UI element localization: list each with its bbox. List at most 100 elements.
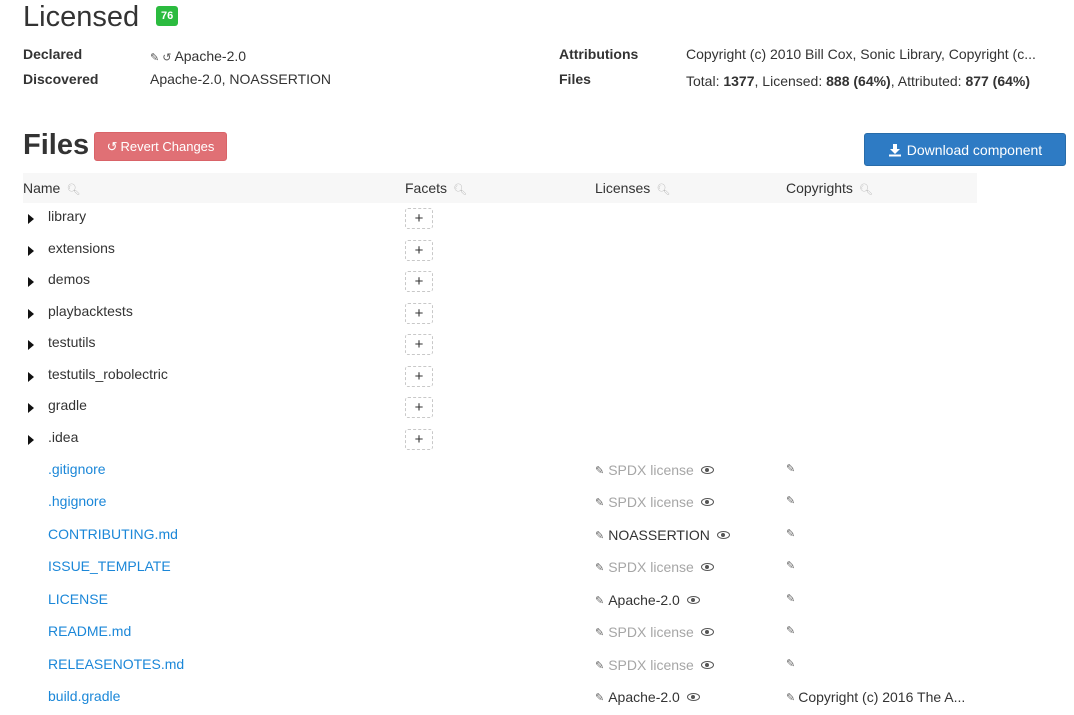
folder-row[interactable]: library + bbox=[23, 204, 977, 234]
search-icon[interactable]: 🔍︎ bbox=[66, 183, 80, 196]
file-link[interactable]: LICENSE bbox=[48, 591, 108, 607]
license-cell: ✎ SPDX license bbox=[595, 657, 714, 673]
pencil-icon[interactable]: ✎ bbox=[786, 494, 795, 507]
search-icon[interactable]: 🔍︎ bbox=[656, 183, 670, 196]
pencil-icon[interactable]: ✎ bbox=[595, 594, 604, 607]
files-table-header: Name 🔍︎ Facets 🔍︎ Licenses 🔍︎ Copyrights 🔍︎ bbox=[23, 173, 977, 203]
caret-right-icon[interactable] bbox=[28, 309, 34, 319]
license-cell: ✎ SPDX license bbox=[595, 494, 714, 510]
caret-right-icon[interactable] bbox=[28, 214, 34, 224]
file-link[interactable]: RELEASENOTES.md bbox=[48, 656, 184, 672]
folder-row[interactable]: gradle + bbox=[23, 393, 977, 423]
pencil-icon[interactable]: ✎ bbox=[595, 464, 604, 477]
license-cell: ✎ SPDX license bbox=[595, 624, 714, 640]
add-facet-button[interactable]: + bbox=[405, 208, 433, 229]
folder-row[interactable]: playbacktests + bbox=[23, 299, 977, 329]
eye-icon[interactable] bbox=[700, 466, 714, 474]
copyright-cell: ✎ bbox=[786, 559, 978, 572]
folder-name[interactable]: .idea bbox=[48, 429, 78, 445]
file-row: ISSUE_TEMPLATE ✎ SPDX license ✎ bbox=[23, 554, 977, 584]
pencil-icon[interactable]: ✎ bbox=[786, 691, 795, 704]
undo-icon: ↺ bbox=[106, 138, 118, 154]
add-facet-button[interactable]: + bbox=[405, 429, 433, 450]
pencil-icon[interactable]: ✎ bbox=[786, 592, 795, 605]
pencil-icon[interactable]: ✎ bbox=[595, 626, 604, 639]
column-header-copyrights[interactable]: Copyrights 🔍︎ bbox=[786, 180, 873, 196]
pencil-icon[interactable]: ✎ bbox=[595, 691, 604, 704]
caret-right-icon[interactable] bbox=[28, 372, 34, 382]
undo-icon[interactable]: ↺ bbox=[162, 51, 171, 64]
file-link[interactable]: .gitignore bbox=[48, 461, 106, 477]
eye-icon[interactable] bbox=[700, 498, 714, 506]
folder-row[interactable]: demos + bbox=[23, 267, 977, 297]
caret-right-icon[interactable] bbox=[28, 403, 34, 413]
revert-changes-button[interactable]: ↺ Revert Changes bbox=[94, 132, 227, 161]
files-label: Files bbox=[559, 71, 591, 87]
license-text: Apache-2.0 bbox=[608, 689, 680, 705]
folder-row[interactable]: testutils_robolectric + bbox=[23, 362, 977, 392]
pencil-icon[interactable]: ✎ bbox=[786, 527, 795, 540]
pencil-icon[interactable]: ✎ bbox=[786, 559, 795, 572]
licensed-title: Licensed bbox=[23, 1, 140, 33]
column-header-facets[interactable]: Facets 🔍︎ bbox=[405, 180, 467, 196]
pencil-icon[interactable]: ✎ bbox=[595, 496, 604, 509]
file-row: README.md ✎ SPDX license ✎ bbox=[23, 619, 977, 649]
add-facet-button[interactable]: + bbox=[405, 271, 433, 292]
add-facet-button[interactable]: + bbox=[405, 397, 433, 418]
pencil-icon[interactable]: ✎ bbox=[595, 659, 604, 672]
discovered-value: Apache-2.0, NOASSERTION bbox=[150, 71, 332, 87]
add-facet-button[interactable]: + bbox=[405, 366, 433, 387]
file-link[interactable]: ISSUE_TEMPLATE bbox=[48, 558, 171, 574]
eye-icon[interactable] bbox=[700, 563, 714, 571]
pencil-icon[interactable]: ✎ bbox=[150, 51, 159, 64]
add-facet-button[interactable]: + bbox=[405, 240, 433, 261]
folder-name[interactable]: testutils_robolectric bbox=[48, 366, 168, 382]
folder-name[interactable]: testutils bbox=[48, 334, 95, 350]
caret-right-icon[interactable] bbox=[28, 246, 34, 256]
caret-right-icon[interactable] bbox=[28, 277, 34, 287]
caret-right-icon[interactable] bbox=[28, 435, 34, 445]
pencil-icon[interactable]: ✎ bbox=[595, 561, 604, 574]
folder-name[interactable]: playbacktests bbox=[48, 303, 133, 319]
file-link[interactable]: build.gradle bbox=[48, 688, 120, 704]
pencil-icon[interactable]: ✎ bbox=[786, 624, 795, 637]
eye-icon[interactable] bbox=[686, 693, 700, 701]
column-header-licenses[interactable]: Licenses 🔍︎ bbox=[595, 180, 670, 196]
search-icon[interactable]: 🔍︎ bbox=[859, 183, 873, 196]
folder-name[interactable]: extensions bbox=[48, 240, 115, 256]
license-text: SPDX license bbox=[608, 657, 694, 673]
pencil-icon[interactable]: ✎ bbox=[786, 462, 795, 475]
pencil-icon[interactable]: ✎ bbox=[786, 657, 795, 670]
file-link[interactable]: .hgignore bbox=[48, 493, 106, 509]
folder-name[interactable]: gradle bbox=[48, 397, 87, 413]
caret-right-icon[interactable] bbox=[28, 340, 34, 350]
download-icon bbox=[888, 143, 901, 156]
folder-name[interactable]: library bbox=[48, 208, 86, 224]
folder-row[interactable]: testutils + bbox=[23, 330, 977, 360]
eye-icon[interactable] bbox=[686, 596, 700, 604]
license-cell: ✎ NOASSERTION bbox=[595, 527, 730, 543]
folder-name[interactable]: demos bbox=[48, 271, 90, 287]
download-component-button[interactable]: Download component bbox=[864, 133, 1066, 166]
file-link[interactable]: README.md bbox=[48, 623, 131, 639]
pencil-icon[interactable]: ✎ bbox=[595, 529, 604, 542]
files-total: 1377 bbox=[723, 73, 755, 89]
eye-icon[interactable] bbox=[700, 661, 714, 669]
column-header-copyrights-label: Copyrights bbox=[786, 180, 853, 196]
eye-icon[interactable] bbox=[716, 531, 730, 539]
column-header-name[interactable]: Name 🔍︎ bbox=[23, 180, 80, 196]
revert-changes-label: Revert Changes bbox=[120, 139, 215, 154]
search-icon[interactable]: 🔍︎ bbox=[453, 183, 467, 196]
add-facet-button[interactable]: + bbox=[405, 303, 433, 324]
copyright-cell: ✎ bbox=[786, 657, 978, 670]
file-row: build.gradle ✎ Apache-2.0 ✎ Copyright (c) … bbox=[23, 684, 977, 714]
add-facet-button[interactable]: + bbox=[405, 334, 433, 355]
folder-row[interactable]: extensions + bbox=[23, 236, 977, 266]
copyright-cell: ✎ Copyright (c) 2016 The A... bbox=[786, 689, 978, 705]
file-link[interactable]: CONTRIBUTING.md bbox=[48, 526, 178, 542]
folder-row[interactable]: .idea + bbox=[23, 425, 977, 455]
file-row: RELEASENOTES.md ✎ SPDX license ✎ bbox=[23, 652, 977, 682]
license-text: NOASSERTION bbox=[608, 527, 710, 543]
eye-icon[interactable] bbox=[700, 628, 714, 636]
attributions-label: Attributions bbox=[559, 46, 639, 62]
